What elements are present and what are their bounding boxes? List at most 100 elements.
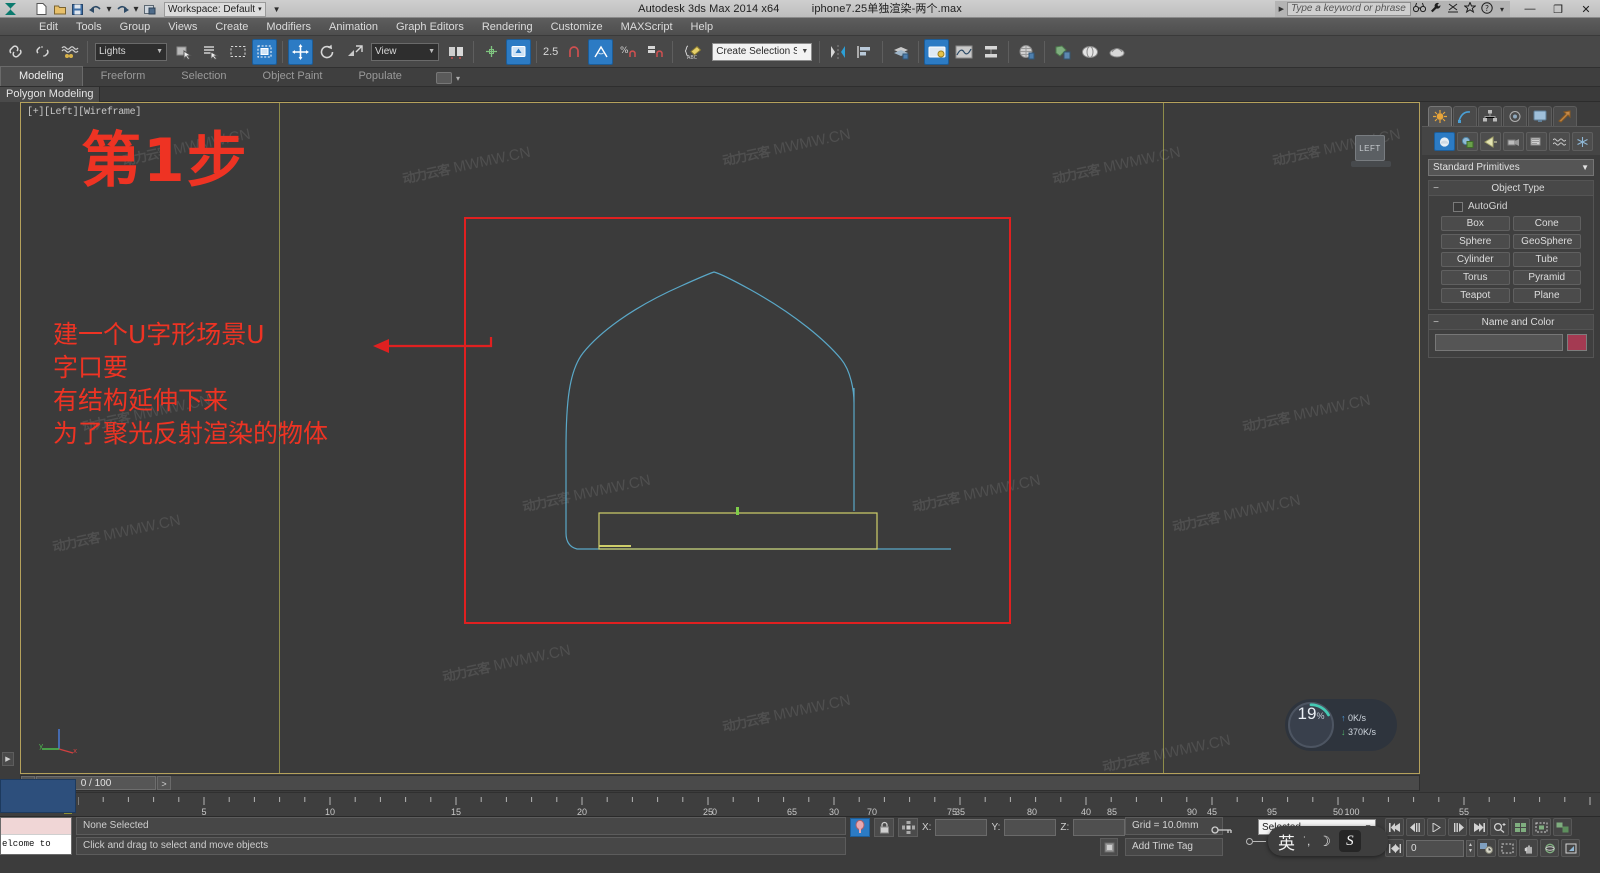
zoom-all-icon[interactable] <box>1511 818 1530 836</box>
geometry-icon[interactable] <box>1434 132 1455 151</box>
frame-spinner[interactable]: ▲ ▼ <box>1466 839 1475 857</box>
y-field[interactable] <box>1004 818 1057 836</box>
wrench-icon[interactable] <box>1428 2 1445 16</box>
next-frame-arrow[interactable]: > <box>157 776 171 790</box>
zoom-icon[interactable] <box>1490 818 1509 836</box>
time-tag-toggle-icon[interactable] <box>1100 838 1118 856</box>
speed-widget[interactable]: 19 % ↑ 0K/s ↓ 370K/s <box>1285 699 1397 751</box>
ime-drag-handle[interactable] <box>1246 838 1268 845</box>
restore-icon[interactable]: ❐ <box>1544 3 1572 16</box>
minimize-icon[interactable]: — <box>1516 3 1544 15</box>
select-link-icon[interactable] <box>3 39 28 65</box>
modify-tab-icon[interactable] <box>1453 106 1477 126</box>
z-field[interactable] <box>1073 818 1126 836</box>
rendered-frame-window-icon[interactable] <box>1077 39 1102 65</box>
display-tab-icon[interactable] <box>1528 106 1552 126</box>
menu-item-graph-editors[interactable]: Graph Editors <box>387 18 473 36</box>
ime-mode-label[interactable]: 英 <box>1278 829 1295 854</box>
previous-frame-icon[interactable] <box>1406 818 1425 836</box>
maximize-viewport-toggle-icon[interactable] <box>1561 839 1580 857</box>
taskbar-window-chip[interactable] <box>0 779 76 813</box>
pyramid-button[interactable]: Pyramid <box>1512 270 1581 285</box>
name-and-color-header[interactable]: − Name and Color <box>1429 315 1593 330</box>
collapse-icon[interactable]: − <box>1429 317 1443 328</box>
viewport[interactable]: [+][Left][Wireframe] 动力云客 MWMW.CN 动力云客 M… <box>20 102 1420 774</box>
systems-icon[interactable] <box>1572 132 1593 151</box>
orbit-icon[interactable] <box>1540 839 1559 857</box>
use-center-flyout-icon[interactable] <box>443 39 468 65</box>
graphite-modeling-tools-icon[interactable] <box>924 38 950 65</box>
play-animation-icon[interactable] <box>1427 818 1446 836</box>
align-icon[interactable] <box>852 39 877 65</box>
sphere-button[interactable]: Sphere <box>1441 234 1510 249</box>
expand-panel-icon[interactable]: ▶ <box>2 752 14 766</box>
binoculars-icon[interactable] <box>1411 2 1428 16</box>
curve-editor-icon[interactable] <box>951 39 976 65</box>
menu-item-help[interactable]: Help <box>682 18 723 36</box>
menu-item-modifiers[interactable]: Modifiers <box>257 18 320 36</box>
chevron-down-icon[interactable]: ▾ <box>456 74 460 83</box>
snap-toggle-2d-icon[interactable] <box>561 39 586 65</box>
ime-punctuation-icon[interactable]: ˙, <box>1303 834 1310 848</box>
view-cube-face-label[interactable]: LEFT <box>1355 135 1385 161</box>
menu-item-tools[interactable]: Tools <box>67 18 111 36</box>
window-crossing-icon[interactable] <box>252 38 277 65</box>
select-and-move-icon[interactable] <box>288 38 313 65</box>
plane-button[interactable]: Plane <box>1512 288 1581 303</box>
checkbox-icon[interactable] <box>1453 201 1463 212</box>
pan-view-icon[interactable] <box>1519 839 1538 857</box>
helpers-icon[interactable] <box>1526 132 1547 151</box>
named-selection-sets-combo[interactable]: Create Selection Set ▼ <box>712 42 813 61</box>
time-configuration-icon[interactable] <box>1477 839 1496 857</box>
utilities-tab-icon[interactable] <box>1553 106 1577 126</box>
schematic-view-icon[interactable] <box>978 39 1003 65</box>
track-bar[interactable]: 51015 202530 354045 5055 606570 758085 9… <box>0 792 1600 817</box>
material-editor-icon[interactable] <box>1014 39 1039 65</box>
go-to-end-icon[interactable] <box>1469 818 1488 836</box>
menu-item-customize[interactable]: Customize <box>542 18 612 36</box>
next-frame-icon[interactable] <box>1448 818 1467 836</box>
menu-item-edit[interactable]: Edit <box>30 18 67 36</box>
moon-icon[interactable]: ☽ <box>1318 833 1331 850</box>
isolate-selection-icon[interactable] <box>850 817 870 837</box>
tab-modeling[interactable]: Modeling <box>0 66 83 86</box>
tab-populate[interactable]: Populate <box>340 67 419 86</box>
geosphere-button[interactable]: GeoSphere <box>1512 234 1581 249</box>
snaps-toggle-icon[interactable] <box>506 38 531 65</box>
space-warps-icon[interactable] <box>1549 132 1570 151</box>
menu-item-animation[interactable]: Animation <box>320 18 387 36</box>
time-slider[interactable]: < 0 / 100 > <box>20 775 1420 791</box>
torus-button[interactable]: Torus <box>1441 270 1510 285</box>
percent-snap-toggle-icon[interactable]: % <box>615 39 640 65</box>
key-mode-toggle-icon[interactable] <box>1210 819 1234 841</box>
zoom-extents-icon[interactable] <box>1532 818 1551 836</box>
absolute-mode-transform-icon[interactable] <box>898 817 918 837</box>
tube-button[interactable]: Tube <box>1512 252 1581 267</box>
menu-item-rendering[interactable]: Rendering <box>473 18 542 36</box>
lights-icon[interactable] <box>1480 132 1501 151</box>
bind-to-space-warp-icon[interactable] <box>57 39 82 65</box>
cylinder-button[interactable]: Cylinder <box>1441 252 1510 267</box>
antenna-icon[interactable] <box>1445 2 1462 16</box>
spinner-snap-toggle-icon[interactable] <box>642 39 667 65</box>
add-time-tag[interactable]: Add Time Tag <box>1125 838 1223 856</box>
unlink-icon[interactable] <box>30 39 55 65</box>
reference-coordinate-system-combo[interactable]: View ▼ <box>371 42 439 61</box>
edit-named-selection-sets-icon[interactable]: ABC <box>678 39 708 65</box>
render-setup-icon[interactable] <box>1050 39 1075 65</box>
object-color-swatch[interactable] <box>1567 334 1587 351</box>
collapse-icon[interactable]: − <box>1429 183 1443 194</box>
tab-selection[interactable]: Selection <box>163 67 244 86</box>
motion-tab-icon[interactable] <box>1503 106 1527 126</box>
help-dropdown-icon[interactable]: ▾ <box>1500 5 1504 14</box>
menu-item-group[interactable]: Group <box>111 18 160 36</box>
object-type-header[interactable]: − Object Type <box>1429 181 1593 196</box>
selection-lock-icon[interactable] <box>874 817 894 837</box>
tab-object-paint[interactable]: Object Paint <box>245 67 341 86</box>
select-and-scale-icon[interactable] <box>342 39 367 65</box>
x-field[interactable] <box>935 818 988 836</box>
tab-freeform[interactable]: Freeform <box>83 67 164 86</box>
zoom-extents-all-icon[interactable] <box>1553 818 1572 836</box>
select-and-rotate-icon[interactable] <box>315 39 340 65</box>
angle-snap-toggle-icon[interactable] <box>588 38 614 65</box>
